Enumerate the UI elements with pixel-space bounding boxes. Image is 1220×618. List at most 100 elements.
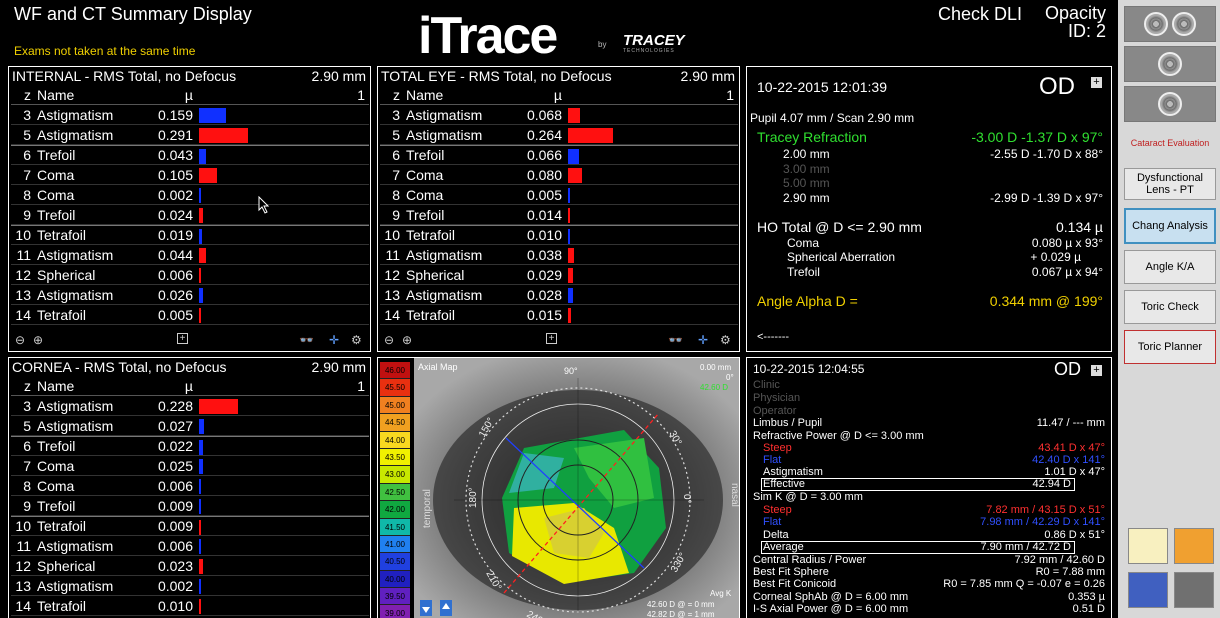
sa-value: + 0.029 µ [1030, 250, 1081, 264]
wf-eye: OD [1039, 73, 1075, 100]
table-row: 11 Astigmatism 0.006 [11, 536, 369, 556]
central-radius-value: 7.92 mm / 42.60 D [1014, 554, 1106, 566]
glasses-icon[interactable]: 👓 [668, 333, 683, 347]
row-value: 0.015 [526, 306, 562, 323]
row-name: Coma [37, 477, 75, 494]
trefoil-label: Trefoil [787, 265, 820, 279]
zoom-in-icon[interactable]: ⊕ [402, 333, 412, 347]
chang-analysis-button[interactable]: Chang Analysis [1124, 208, 1216, 244]
glasses-icon[interactable]: 👓 [299, 333, 314, 347]
table-row: 6 Trefoil 0.022 [11, 436, 369, 456]
row-name: Trefoil [37, 147, 76, 163]
settings-icon[interactable]: ⚙ [720, 333, 731, 347]
row-bar [568, 168, 582, 183]
dots-display-button[interactable] [1124, 46, 1216, 82]
notes-icon[interactable] [1128, 528, 1168, 564]
row-bar [199, 188, 201, 203]
table-row: 9 Trefoil 0.014 [380, 205, 738, 225]
row-name: Astigmatism [37, 126, 114, 143]
row-z: 7 [23, 166, 31, 183]
row-value: 0.028 [526, 286, 562, 303]
row-value: 0.022 [157, 438, 193, 454]
clinic-label: Clinic [753, 379, 780, 391]
crosshair-icon[interactable]: ✛ [329, 333, 339, 347]
row-z: 5 [392, 126, 400, 143]
crosshair-icon[interactable]: ✛ [698, 333, 708, 347]
table-row: 3 Astigmatism 0.068 [380, 105, 738, 125]
back-arrow[interactable]: <------- [757, 331, 789, 343]
row-name: Astigmatism [406, 126, 483, 143]
row-z: 7 [23, 457, 31, 474]
settings-icon[interactable]: ⚙ [351, 333, 362, 347]
row-name: Coma [406, 186, 444, 203]
right-sidebar: Cataract Evaluation Dysfunctional Lens -… [1118, 0, 1220, 618]
steep-value: 43.41 D x 47° [1038, 442, 1105, 454]
folder-icon[interactable] [1174, 528, 1214, 564]
delta-value: 0.86 D x 51° [1044, 529, 1105, 541]
wavefront-icon [1144, 12, 1168, 36]
print-icon[interactable] [1174, 572, 1214, 608]
wf-expand-icon[interactable]: + [1091, 77, 1102, 88]
dysfunctional-lens-button[interactable]: Dysfunctional Lens - PT [1124, 168, 1216, 200]
scale-step: 45.50 [380, 379, 410, 397]
scale-step: 42.00 [380, 501, 410, 519]
is-axial-label: I-S Axial Power @ D = 6.00 mm [753, 603, 909, 615]
row-z: 5 [23, 126, 31, 143]
save-icon[interactable] [1128, 572, 1168, 608]
zoom-out-icon[interactable]: ⊖ [384, 333, 394, 347]
average-value: 7.90 mm / 42.72 D [980, 541, 1072, 553]
zoom-out-icon[interactable]: ⊖ [15, 333, 25, 347]
wavefront-display-button[interactable] [1124, 6, 1216, 42]
table-row: 10 Tetrafoil 0.019 [11, 225, 369, 245]
cornea-zernike-table: z Name µ 1 3 Astigmatism 0.228 5 Astigmatism… [11, 376, 369, 616]
table-row: 12 Spherical 0.029 [380, 265, 738, 285]
nasal-label: nasal [729, 483, 740, 507]
expand-icon[interactable]: + [177, 333, 188, 344]
row-name: Tetrafoil [406, 227, 456, 243]
row-value: 0.159 [157, 106, 193, 123]
table-row: 9 Trefoil 0.024 [11, 205, 369, 225]
row-name: Spherical [406, 266, 465, 283]
ref-5mm-label: 5.00 mm [783, 176, 830, 190]
expand-icon[interactable]: + [546, 333, 557, 344]
toric-planner-button[interactable]: Toric Planner [1124, 330, 1216, 364]
row-name: Trefoil [406, 206, 445, 223]
effective-box [761, 478, 1075, 491]
ct-expand-icon[interactable]: + [1091, 365, 1102, 376]
row-bar [199, 288, 203, 303]
corneal-topography-info-panel: 10-22-2015 12:04:55 OD + Clinic Physicia… [746, 357, 1112, 618]
row-bar [199, 248, 206, 263]
col-unit: µ [184, 86, 193, 103]
toric-check-button[interactable]: Toric Check [1124, 290, 1216, 324]
row-z: 6 [23, 438, 31, 454]
internal-title: INTERNAL - RMS Total, no Defocus [12, 68, 237, 84]
row-value: 0.005 [526, 186, 562, 203]
simk-flat-label: Flat [763, 516, 782, 528]
row-bar [568, 248, 574, 263]
internal-diameter: 2.90 mm [311, 68, 366, 84]
table-row: 14 Tetrafoil 0.005 [11, 305, 369, 325]
coma-label: Coma [787, 236, 820, 250]
rings-display-button[interactable] [1124, 86, 1216, 122]
steep-label: Steep [763, 442, 792, 454]
row-z: 3 [23, 397, 31, 414]
rings-icon [1172, 12, 1196, 36]
angle-ka-button[interactable]: Angle K/A [1124, 250, 1216, 284]
is-axial-value: 0.51 D [1072, 603, 1105, 615]
scale-step: 42.50 [380, 483, 410, 502]
limbus-label: Limbus / Pupil [753, 417, 823, 429]
row-bar [199, 559, 203, 574]
row-bar [199, 579, 201, 594]
scale-step: 44.50 [380, 414, 410, 432]
simk-steep-label: Steep [763, 504, 792, 516]
zoom-in-icon[interactable]: ⊕ [33, 333, 43, 347]
axial-map[interactable]: Axial Map 90° 0.00 mm 0° 42.60 D 150° 30… [414, 358, 740, 618]
row-z: 12 [384, 266, 400, 283]
row-z: 11 [16, 246, 31, 263]
row-name: Tetrafoil [37, 227, 87, 243]
row-name: Trefoil [37, 497, 76, 514]
col-name: Name [406, 86, 444, 103]
row-value: 0.043 [157, 147, 193, 163]
simk-label: Sim K @ D = 3.00 mm [753, 491, 863, 503]
ct-eye: OD [1054, 359, 1081, 379]
